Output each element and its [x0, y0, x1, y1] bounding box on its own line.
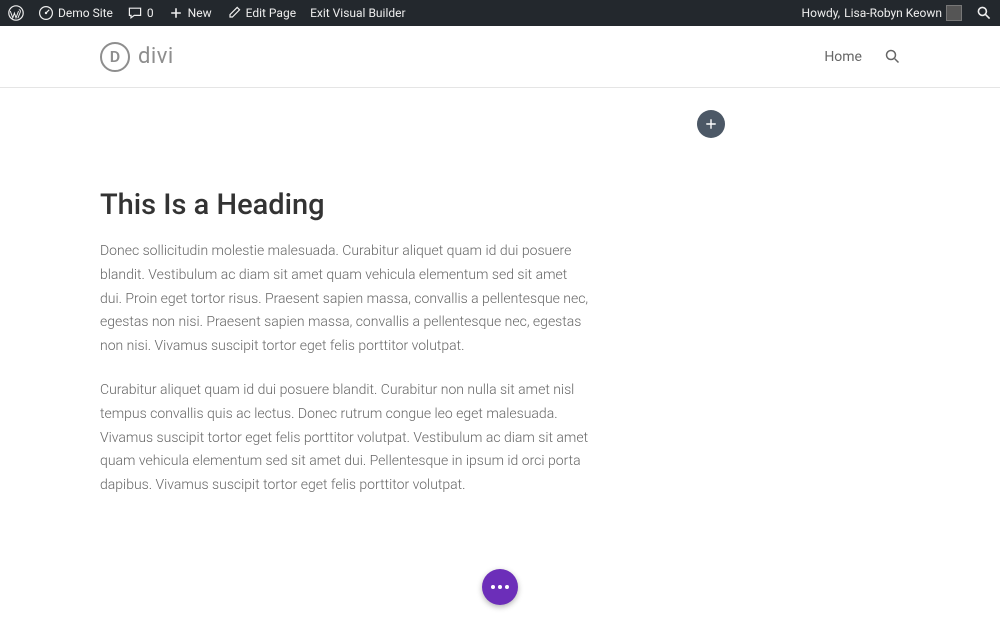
- add-module-button[interactable]: [697, 110, 725, 138]
- new-label: New: [188, 6, 212, 20]
- my-account-link[interactable]: Howdy, Lisa-Robyn Keown: [802, 0, 962, 26]
- search-icon: [885, 49, 900, 64]
- wordpress-icon: [8, 5, 24, 21]
- comments-count: 0: [147, 6, 154, 20]
- text-module[interactable]: This Is a Heading Donec sollicitudin mol…: [100, 188, 590, 498]
- howdy-prefix: Howdy,: [802, 6, 841, 20]
- site-header: D divi Home: [0, 26, 1000, 88]
- builder-settings-fab[interactable]: [482, 569, 518, 605]
- plus-icon: [168, 5, 184, 21]
- edit-page-label: Edit Page: [246, 6, 296, 20]
- heading: This Is a Heading: [100, 188, 590, 222]
- edit-page-link[interactable]: Edit Page: [226, 0, 296, 26]
- comments-link[interactable]: 0: [127, 0, 154, 26]
- comment-icon: [127, 5, 143, 21]
- paragraph-1: Donec sollicitudin molestie malesuada. C…: [100, 240, 590, 359]
- wp-logo-menu[interactable]: [8, 0, 24, 26]
- user-name: Lisa-Robyn Keown: [844, 6, 942, 20]
- plus-icon: [704, 117, 718, 131]
- logo-mark: D: [100, 42, 130, 72]
- site-name-link[interactable]: Demo Site: [38, 0, 113, 26]
- header-search-button[interactable]: [884, 49, 900, 65]
- search-icon: [976, 5, 992, 21]
- adminbar-search[interactable]: [976, 0, 992, 26]
- paragraph-2: Curabitur aliquet quam id dui posuere bl…: [100, 379, 590, 498]
- main-content: This Is a Heading Donec sollicitudin mol…: [0, 88, 1000, 498]
- exit-visual-builder-link[interactable]: Exit Visual Builder: [310, 0, 406, 26]
- dashboard-icon: [38, 5, 54, 21]
- exit-vb-label: Exit Visual Builder: [310, 6, 406, 20]
- more-icon: [491, 585, 509, 589]
- logo-letter: D: [110, 47, 120, 66]
- site-name-text: Demo Site: [58, 6, 113, 20]
- wp-admin-bar: Demo Site 0 New Edit Page Exit Visual Bu…: [0, 0, 1000, 26]
- nav-home[interactable]: Home: [824, 49, 862, 65]
- site-logo[interactable]: D divi: [100, 42, 174, 72]
- pencil-icon: [226, 5, 242, 21]
- avatar: [946, 5, 962, 21]
- logo-text: divi: [138, 44, 174, 69]
- new-content-link[interactable]: New: [168, 0, 212, 26]
